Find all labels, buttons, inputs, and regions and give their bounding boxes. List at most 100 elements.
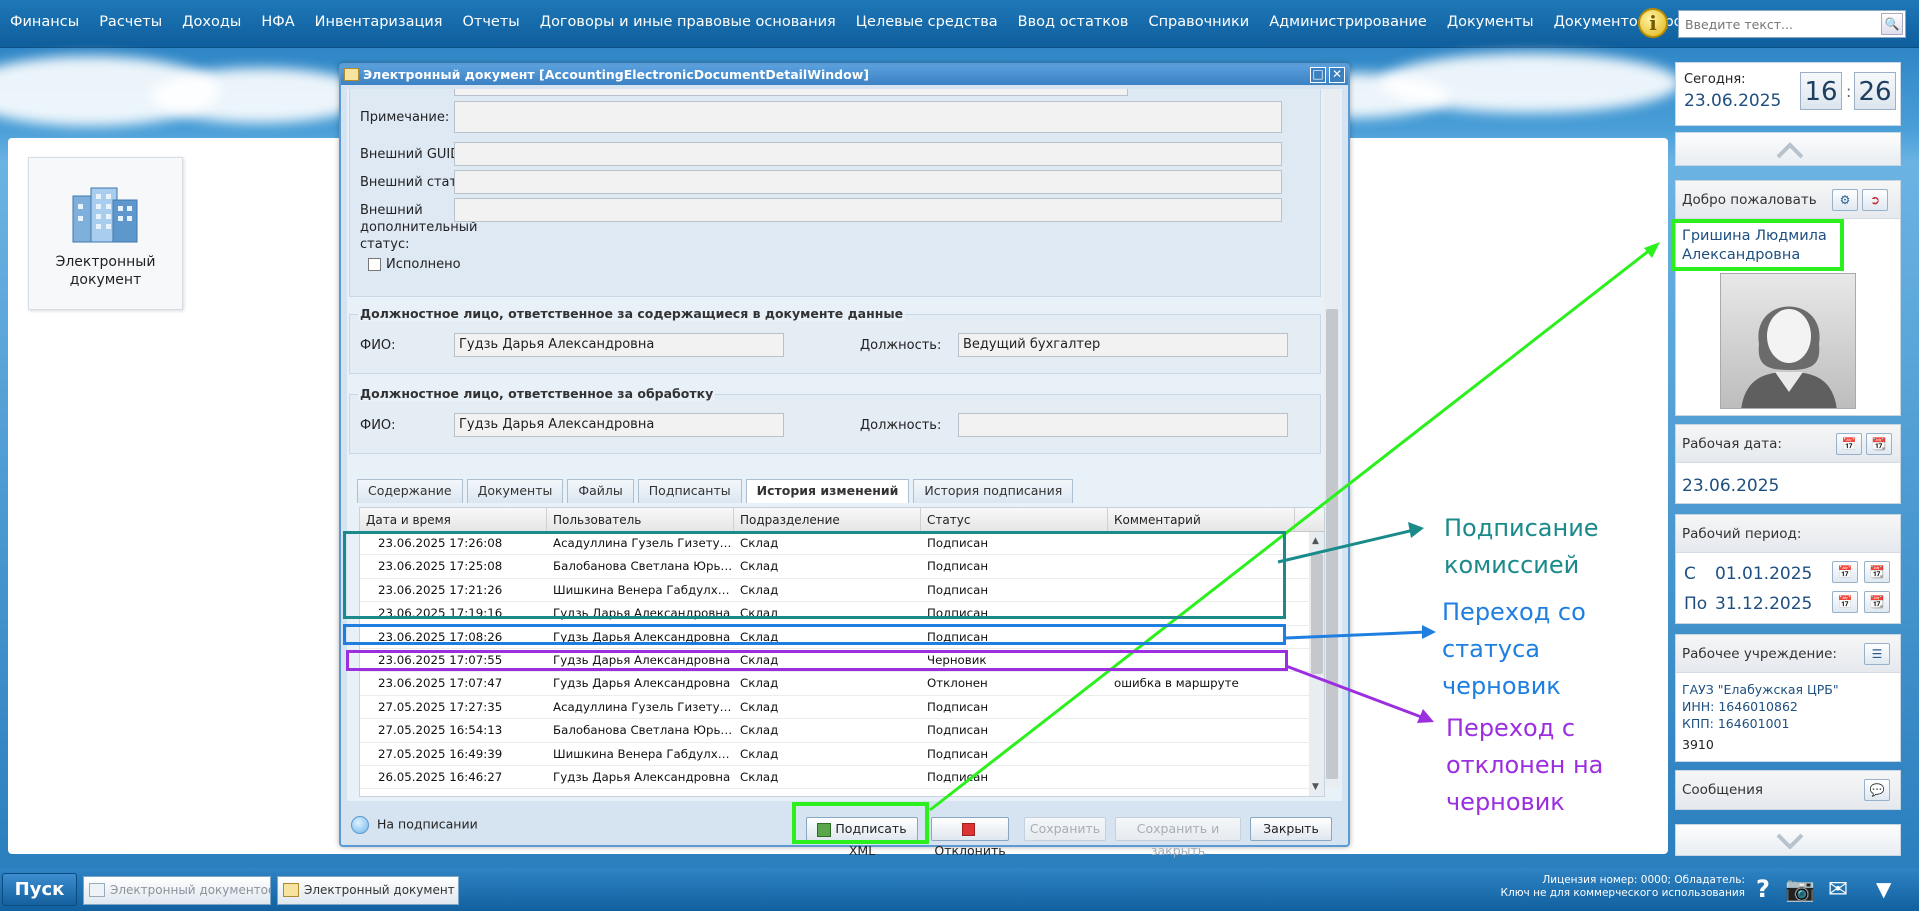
tab-signers[interactable]: Подписанты [637,479,742,503]
main-menu: Финансы Расчеты Доходы НФА Инвентаризаци… [0,14,1701,30]
window-icon [89,883,105,897]
table-row[interactable]: 23.06.2025 17:07:47 Гудзь Дарья Александр… [360,672,1324,696]
ext-status-input[interactable] [454,170,1282,194]
taskbar-item-document-list[interactable]: Электронный документоо... [83,876,271,905]
menu-item-payments[interactable]: Расчеты [99,14,162,30]
responsible-processing-position-input[interactable] [958,413,1288,437]
column-header-user[interactable]: Пользователь [547,508,734,531]
form-scrollbar-thumb[interactable] [1326,309,1338,779]
top-menu-bar: Финансы Расчеты Доходы НФА Инвентаризаци… [0,0,1919,48]
previous-field-input[interactable] [454,89,1128,96]
column-header-status[interactable]: Статус [921,508,1108,531]
menu-item-administration[interactable]: Администрирование [1269,14,1427,30]
scroll-down-button[interactable] [1675,824,1901,856]
ext-add-status-input[interactable] [454,198,1282,222]
search-icon[interactable]: 🔍 [1881,13,1903,35]
ext-guid-input[interactable] [454,142,1282,166]
form-scrollbar[interactable] [1324,89,1340,787]
column-header-department[interactable]: Подразделение [734,508,921,531]
menu-item-finance[interactable]: Финансы [10,14,79,30]
menu-item-income[interactable]: Доходы [182,14,241,30]
tab-content[interactable]: Содержание [357,479,463,503]
taskbar-item-document[interactable]: Электронный документ [... [277,876,459,905]
institution-label: Рабочее учреждение: [1682,646,1837,662]
cell-department: Склад [740,746,779,761]
settings-gear-icon[interactable]: ⚙ [1832,189,1858,211]
responsible-data-fio-input[interactable]: Гудзь Дарья Александровна [454,333,784,357]
desktop-tile-electronic-document[interactable]: Электронный документ [28,157,183,310]
license-line-2: Ключ не для коммерческого использования [1500,887,1745,899]
menu-item-inventory[interactable]: Инвентаризация [315,14,443,30]
scroll-up-button[interactable] [1675,132,1901,166]
cell-status: Отклонен [927,676,988,691]
menu-item-contracts[interactable]: Договоры и иные правовые основания [540,14,836,30]
reject-icon [962,823,975,836]
period-from-back-icon[interactable]: 📆 [1864,561,1890,583]
table-row[interactable]: 27.05.2025 17:27:35 Асадуллина Гузель Гиз… [360,696,1324,720]
window-title: Электронный документ [AccountingElectron… [363,67,869,82]
grid-scroll-down-icon[interactable]: ▼ [1312,782,1319,792]
cell-status: Подписан [927,723,989,738]
period-to-calendar-icon[interactable]: 📅 [1832,591,1858,613]
institution-header: Рабочее учреждение: ☰ [1676,635,1900,673]
maximize-icon[interactable]: □ [1310,67,1326,83]
grid-scroll-up-icon[interactable]: ▲ [1312,536,1319,546]
menu-item-document-flow[interactable]: Документооборот [1554,14,1691,30]
calendar-icon[interactable]: 📅 [1836,433,1862,455]
chat-icon[interactable]: 💬 [1864,779,1890,801]
tab-files[interactable]: Файлы [567,479,634,503]
cell-department: Склад [740,723,779,738]
save-button[interactable]: Сохранить [1024,817,1106,841]
note-label: Примечание: [360,110,450,125]
camera-icon[interactable]: 📷 [1785,876,1815,902]
menu-item-target-funds[interactable]: Целевые средства [856,14,998,30]
work-period-panel: Рабочий период: С 01.01.2025 По 31.12.20… [1675,514,1901,624]
period-to: 31.12.2025 [1715,594,1813,614]
save-and-close-button[interactable]: Сохранить и закрыть [1115,817,1241,858]
cell-department: Склад [740,769,779,784]
column-header-datetime[interactable]: Дата и время [360,508,547,531]
cell-comment [1108,696,1295,718]
document-state: На подписании [351,816,478,834]
table-row[interactable]: 27.05.2025 16:49:39 Шишкина Венера Габдул… [360,743,1324,766]
responsible-processing-fio-input[interactable]: Гудзь Дарья Александровна [454,413,784,437]
responsible-data-position-input[interactable]: Ведущий бухгалтер [958,333,1288,357]
close-icon[interactable]: ✕ [1329,67,1345,83]
grid-scrollbar[interactable]: ▲ ▼ [1309,532,1324,796]
document-state-text: На подписании [376,816,478,832]
welcome-header: Добро пожаловать ⚙ ➲ [1676,181,1900,219]
grid-scrollbar-thumb[interactable] [1311,554,1323,674]
menu-item-documents[interactable]: Документы [1447,14,1534,30]
menu-item-balances[interactable]: Ввод остатков [1018,14,1129,30]
license-info: Лицензия номер: 0000; Обладатель: Ключ н… [1501,874,1745,900]
cell-department: Склад [740,676,779,691]
reject-button[interactable]: Отклонить [931,817,1009,858]
info-icon[interactable]: i [1638,8,1668,38]
calendar-back-icon[interactable]: 📆 [1866,433,1892,455]
search-input[interactable] [1679,11,1869,37]
note-input[interactable] [454,101,1282,133]
period-to-back-icon[interactable]: 📆 [1864,591,1890,613]
table-row[interactable]: 27.05.2025 16:54:13 Балобанова Светлана Ю… [360,719,1324,743]
menu-item-directories[interactable]: Справочники [1148,14,1249,30]
annotation-text-commission: Подписание комиссией [1444,514,1599,579]
tab-documents[interactable]: Документы [466,479,564,503]
tab-change-history[interactable]: История изменений [745,479,910,503]
done-checkbox[interactable] [368,258,381,271]
list-icon[interactable]: ☰ [1864,643,1890,665]
table-row[interactable]: 26.05.2025 16:46:27 Гудзь Дарья Александр… [360,766,1324,790]
menu-item-reports[interactable]: Отчеты [462,14,519,30]
table-row[interactable] [360,789,1324,796]
menu-down-icon[interactable]: ▼ [1876,876,1891,902]
help-icon[interactable]: ? [1756,876,1770,902]
logout-icon[interactable]: ➲ [1862,189,1888,211]
window-title-bar[interactable]: Электронный документ [AccountingElectron… [341,65,1348,85]
period-from-calendar-icon[interactable]: 📅 [1832,561,1858,583]
close-button[interactable]: Закрыть [1250,817,1332,841]
menu-item-nfa[interactable]: НФА [261,14,294,30]
mail-icon[interactable]: ✉ [1828,876,1848,902]
column-header-comment[interactable]: Комментарий [1108,508,1295,531]
tab-signing-history[interactable]: История подписания [913,479,1074,503]
start-button[interactable]: Пуск [2,873,77,906]
annotation-box-commission [343,531,1286,619]
